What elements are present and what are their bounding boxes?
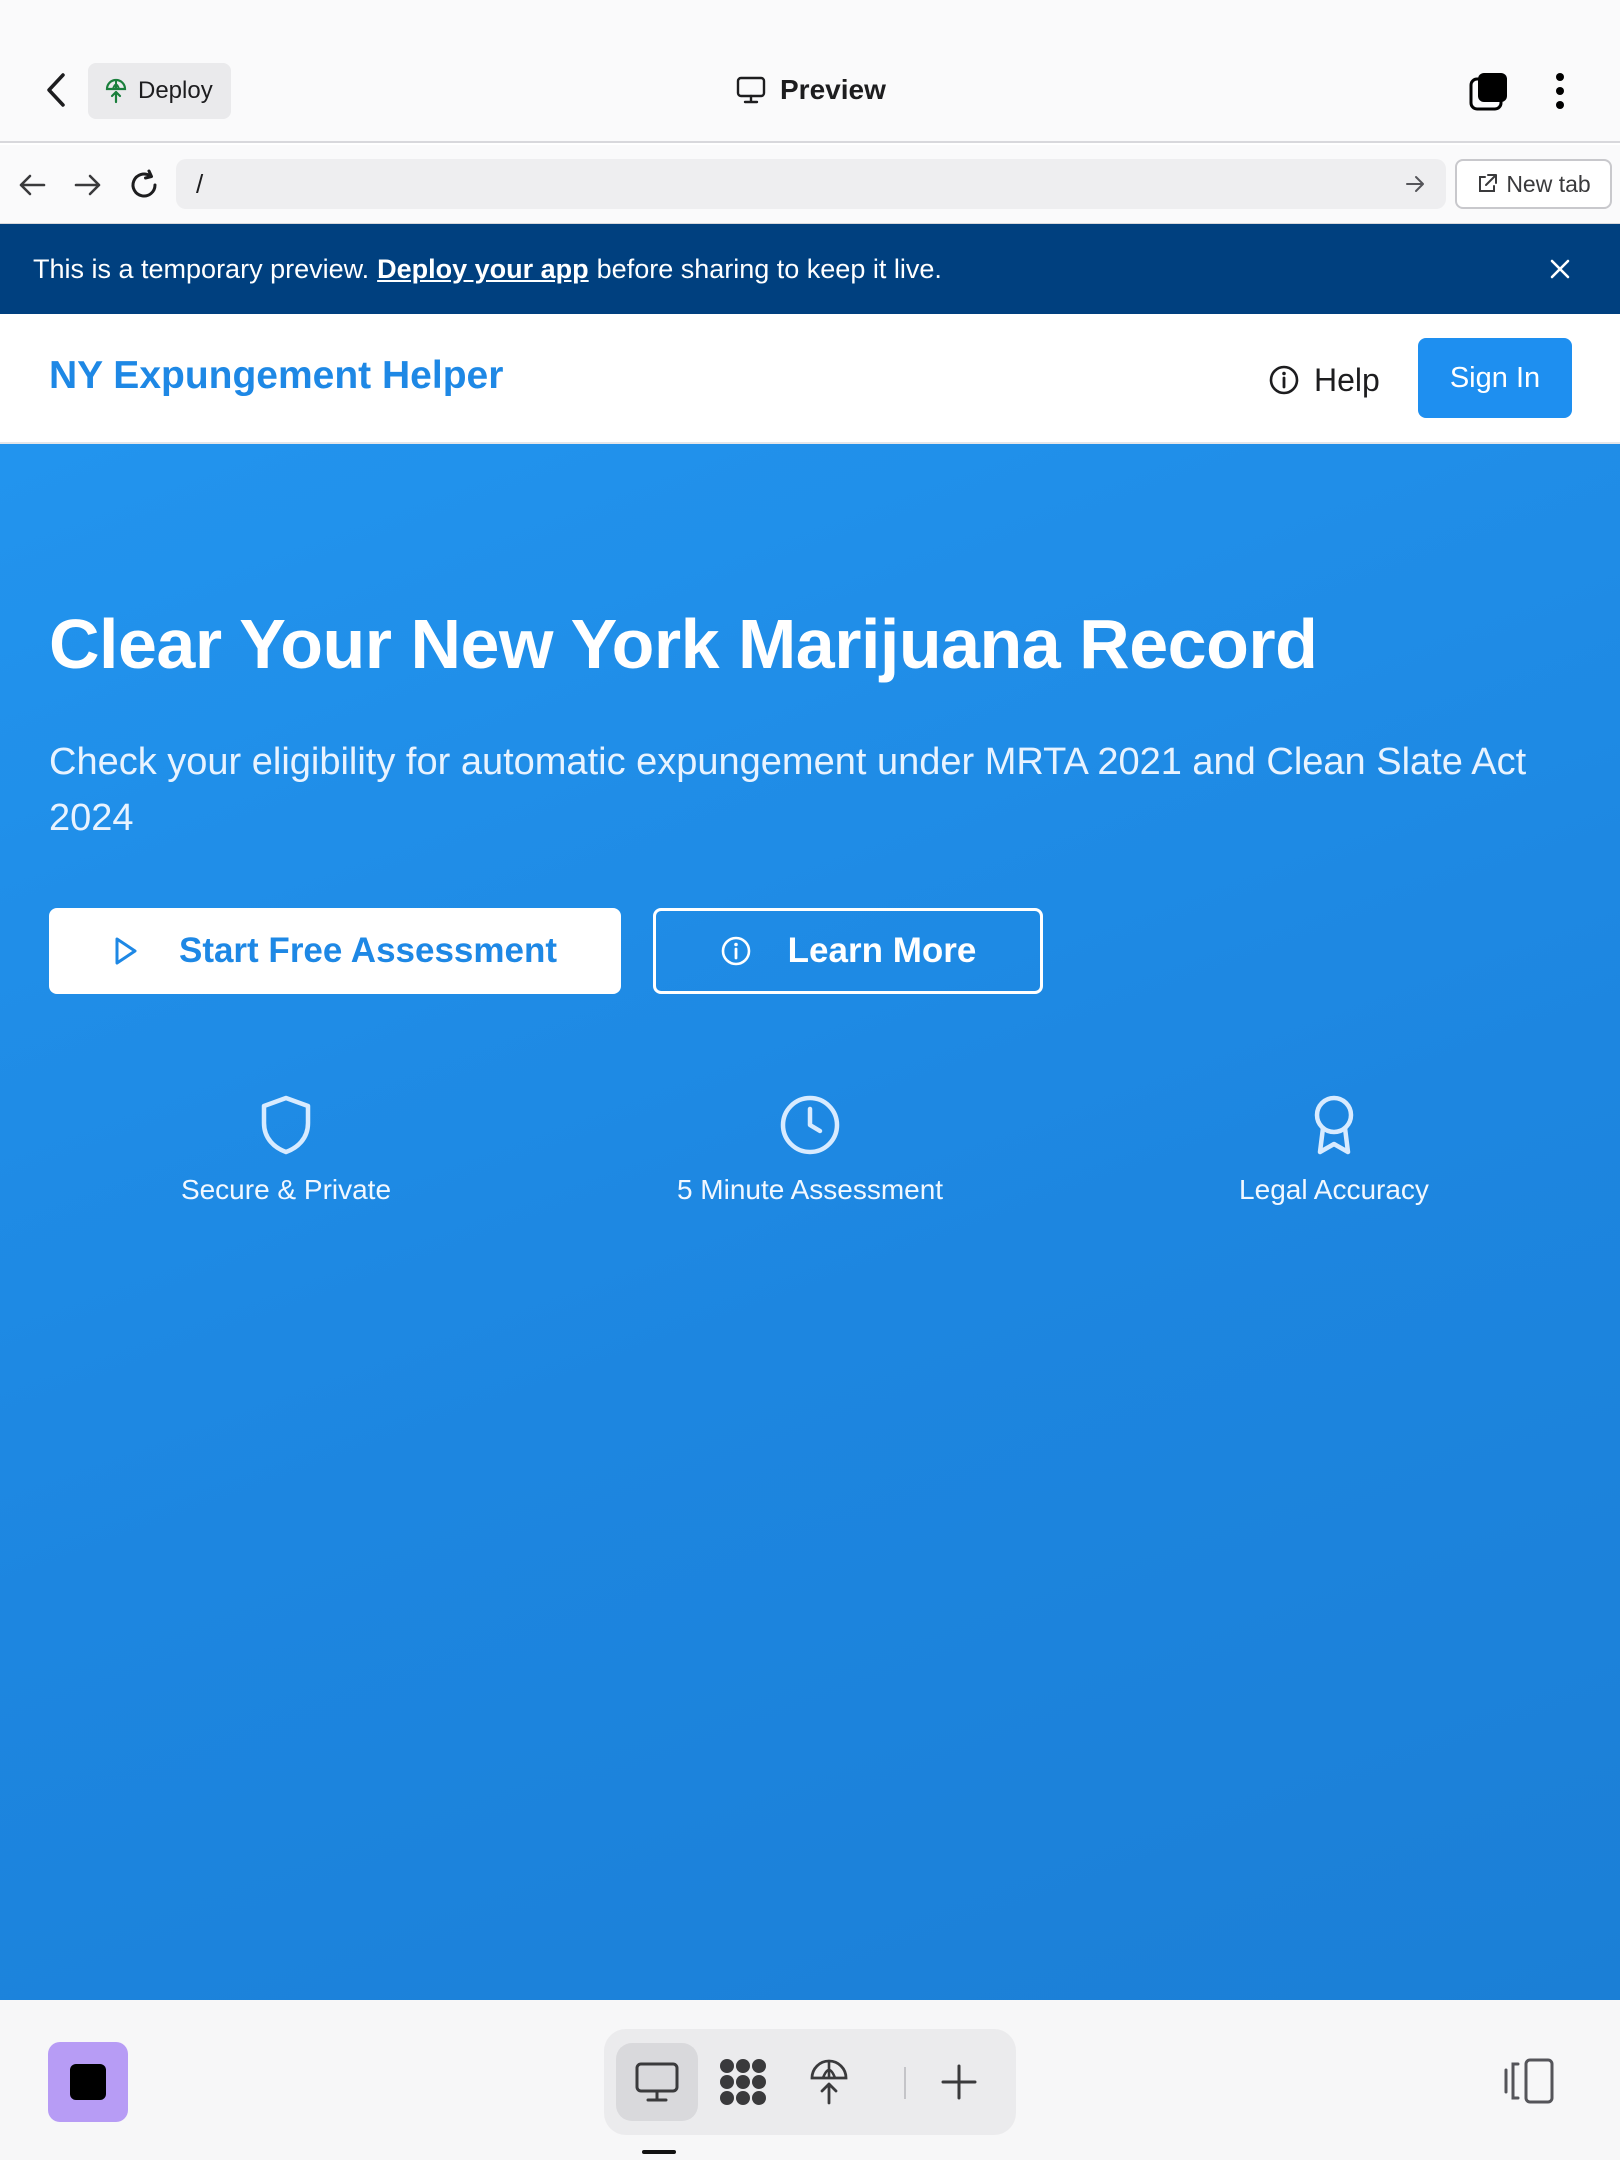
hero-title: Clear Your New York Marijuana Record — [49, 605, 1318, 683]
url-bar: / New tab — [0, 145, 1620, 224]
home-indicator — [642, 2150, 676, 2154]
more-options-button[interactable] — [1544, 68, 1576, 114]
url-text: / — [196, 168, 204, 199]
preview-title-label: Preview — [780, 74, 886, 105]
clock-icon — [780, 1095, 840, 1155]
deploy-button[interactable]: Deploy — [88, 63, 231, 119]
feature-label: 5 Minute Assessment — [676, 1174, 944, 1205]
deploy-tool-button[interactable] — [788, 2043, 870, 2121]
preview-tool-button[interactable] — [616, 2043, 698, 2121]
feature-secure: Secure & Private — [66, 1092, 506, 1206]
monitor-icon — [635, 2062, 679, 2102]
brand-logo[interactable]: NY Expungement Helper — [49, 354, 503, 398]
help-label: Help — [1314, 361, 1380, 398]
new-tab-button[interactable]: New tab — [1455, 159, 1612, 209]
reload-button[interactable] — [124, 165, 164, 205]
banner-text-before: This is a temporary preview. — [33, 253, 370, 284]
chevron-left-icon — [47, 73, 65, 107]
url-input[interactable]: / — [176, 159, 1446, 209]
back-button[interactable] — [36, 70, 76, 110]
deploy-icon — [105, 78, 127, 104]
stop-icon — [70, 2064, 106, 2100]
monitor-icon — [736, 76, 766, 104]
learn-more-label: Learn More — [787, 931, 977, 970]
plus-icon — [941, 2064, 977, 2100]
site-header: NY Expungement Helper Help Sign In — [0, 314, 1620, 444]
learn-more-button[interactable]: Learn More — [653, 908, 1043, 994]
side-panel-icon[interactable] — [1502, 2056, 1556, 2106]
stop-button[interactable] — [48, 2042, 128, 2122]
close-icon[interactable] — [1544, 253, 1576, 285]
reload-icon — [131, 169, 157, 198]
kebab-icon — [1556, 73, 1564, 109]
nav-forward-button[interactable] — [68, 165, 108, 205]
bottom-toolbar — [0, 2000, 1620, 2160]
feature-accuracy: Legal Accuracy — [1114, 1092, 1554, 1206]
preview-title: Preview — [736, 70, 886, 110]
status-bar — [0, 0, 1620, 36]
arrow-left-icon — [19, 174, 46, 196]
tool-group — [604, 2029, 1016, 2135]
award-icon — [1314, 1095, 1354, 1155]
shield-icon — [261, 1095, 311, 1155]
add-tool-button[interactable] — [918, 2043, 1000, 2121]
new-tab-label: New tab — [1506, 170, 1591, 197]
help-link[interactable]: Help — [1268, 357, 1380, 403]
hero-subtitle: Check your eligibility for automatic exp… — [49, 741, 1527, 839]
start-assessment-button[interactable]: Start Free Assessment — [49, 908, 621, 994]
preview-banner: This is a temporary preview. Deploy your… — [0, 224, 1620, 314]
start-assessment-label: Start Free Assessment — [178, 931, 558, 970]
app-bar: Deploy Preview — [0, 0, 1620, 143]
info-icon — [1269, 365, 1299, 395]
info-icon — [721, 936, 750, 966]
workflows-tool-button[interactable] — [702, 2043, 784, 2121]
external-link-icon — [1479, 174, 1498, 192]
toolbar-divider — [904, 2067, 906, 2099]
feature-fast: 5 Minute Assessment — [590, 1092, 1030, 1206]
tabs-icon[interactable] — [1468, 70, 1510, 112]
banner-text-after: before sharing to keep it live. — [596, 253, 942, 284]
feature-label: Secure & Private — [180, 1174, 392, 1205]
deploy-icon — [810, 2059, 848, 2105]
deploy-label: Deploy — [138, 77, 213, 104]
play-icon — [115, 937, 137, 965]
nav-back-button[interactable] — [12, 165, 52, 205]
deploy-app-link[interactable]: Deploy your app — [377, 254, 589, 285]
hero-section: Clear Your New York Marijuana Record Che… — [0, 444, 1620, 2000]
sign-in-button[interactable]: Sign In — [1418, 338, 1572, 418]
go-arrow-icon[interactable] — [1402, 171, 1428, 197]
arrow-right-icon — [74, 174, 101, 196]
nodes-icon — [720, 2059, 766, 2105]
feature-label: Legal Accuracy — [1239, 1174, 1429, 1205]
